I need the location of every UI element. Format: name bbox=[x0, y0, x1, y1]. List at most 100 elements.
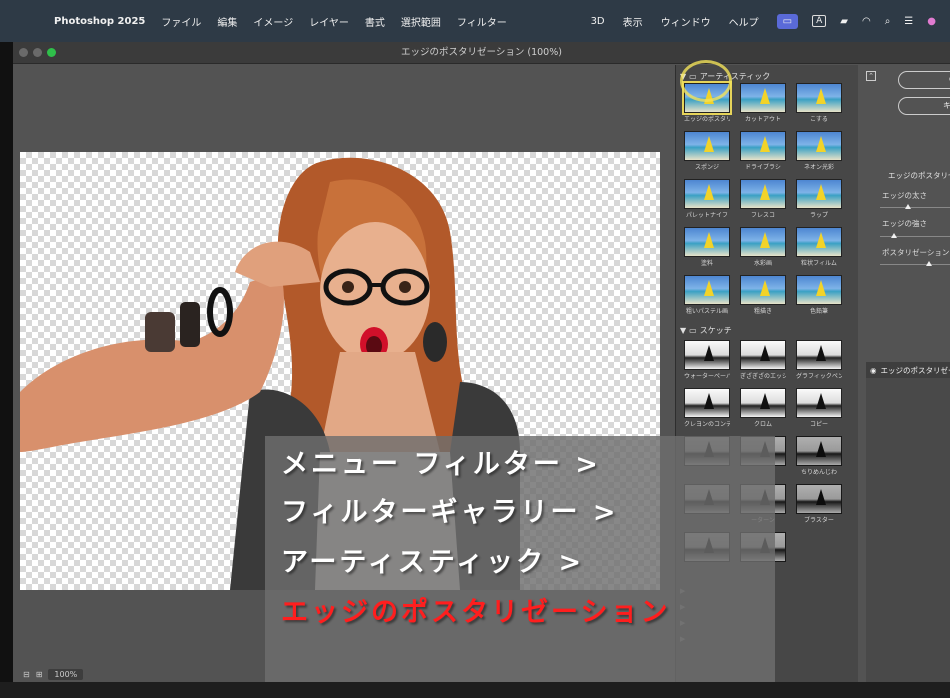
filter-thumb-label: グラフィックペン bbox=[796, 373, 842, 380]
filter-preview-image bbox=[740, 179, 786, 209]
slider-knob[interactable] bbox=[905, 204, 911, 209]
search-icon[interactable]: ⌕ bbox=[885, 16, 891, 27]
app-name-menu[interactable]: Photoshop 2025 bbox=[54, 16, 145, 27]
sailboat-icon bbox=[704, 280, 714, 296]
menu-file[interactable]: ファイル bbox=[161, 14, 201, 29]
edge-thickness-slider[interactable] bbox=[880, 204, 950, 209]
effect-layer-row[interactable]: ◉ エッジのポスタリゼー bbox=[866, 362, 950, 378]
zoom-out-icon[interactable]: ⊟ bbox=[23, 670, 30, 679]
menu-image[interactable]: イメージ bbox=[253, 14, 293, 29]
filter-thumb-sketch-0[interactable]: ウォーターペーパー bbox=[684, 340, 730, 380]
minimize-window-button[interactable] bbox=[33, 48, 42, 57]
filter-thumb-artistic-14[interactable]: 色鉛筆 bbox=[796, 275, 842, 315]
filter-thumb-label: 塗料 bbox=[700, 260, 713, 267]
zoom-window-button[interactable] bbox=[47, 48, 56, 57]
filter-thumb-artistic-10[interactable]: 水彩画 bbox=[740, 227, 786, 267]
menu-3d[interactable]: 3D bbox=[591, 16, 605, 27]
filter-thumb-artistic-8[interactable]: ラップ bbox=[796, 179, 842, 219]
filter-thumb-sketch-8[interactable]: ちりめんじわ bbox=[796, 436, 842, 476]
filter-thumb-label: ブラスター bbox=[804, 517, 834, 524]
filter-thumb-artistic-4[interactable]: ドライブラシ bbox=[740, 131, 786, 171]
edge-thickness-label: エッジの太さ bbox=[882, 191, 927, 200]
filter-preview-image bbox=[684, 227, 730, 257]
filter-thumb-sketch-5[interactable]: コピー bbox=[796, 388, 842, 428]
filter-thumb-label: ぎざぎざのエッジ bbox=[740, 373, 786, 380]
filter-thumb-sketch-4[interactable]: クロム bbox=[740, 388, 786, 428]
battery-icon[interactable]: ▰ bbox=[840, 16, 848, 27]
menu-window[interactable]: ウィンドウ bbox=[661, 14, 711, 29]
sailboat-icon bbox=[816, 232, 826, 248]
zoom-level[interactable]: 100% bbox=[48, 668, 84, 680]
filter-preview-image bbox=[740, 227, 786, 257]
sailboat-icon bbox=[816, 441, 826, 457]
effect-layer-list bbox=[866, 378, 950, 688]
caption-line-3: アーティスティック > bbox=[281, 547, 585, 578]
control-center-icon[interactable]: ☰ bbox=[904, 16, 913, 27]
sailboat-icon bbox=[816, 184, 826, 200]
zoom-in-icon[interactable]: ⊞ bbox=[36, 670, 43, 679]
filter-preview-image bbox=[684, 179, 730, 209]
filter-thumb-artistic-11[interactable]: 粒状フィルム bbox=[796, 227, 842, 267]
filter-preview-image bbox=[684, 340, 730, 370]
eye-icon[interactable]: ◉ bbox=[870, 366, 877, 375]
filter-thumb-sketch-11[interactable]: ブラスター bbox=[796, 484, 842, 524]
filter-preview-image bbox=[684, 275, 730, 305]
posterization-slider[interactable] bbox=[880, 261, 950, 266]
slider-knob[interactable] bbox=[926, 261, 932, 266]
window-titlebar: エッジのポスタリゼーション (100%) bbox=[13, 42, 950, 64]
posterization-label: ポスタリゼーション bbox=[882, 248, 950, 257]
siri-icon[interactable]: ● bbox=[927, 16, 936, 27]
sailboat-icon bbox=[760, 184, 770, 200]
sailboat-icon bbox=[760, 393, 770, 409]
filter-preview-image bbox=[796, 179, 842, 209]
filter-thumb-artistic-7[interactable]: フレスコ bbox=[740, 179, 786, 219]
filter-thumb-artistic-1[interactable]: カットアウト bbox=[740, 83, 786, 123]
filter-thumb-artistic-3[interactable]: スポンジ bbox=[684, 131, 730, 171]
filter-thumb-artistic-9[interactable]: 塗料 bbox=[684, 227, 730, 267]
menu-type[interactable]: 書式 bbox=[365, 14, 385, 29]
sailboat-icon bbox=[816, 393, 826, 409]
menu-edit[interactable]: 編集 bbox=[217, 14, 237, 29]
menu-view[interactable]: 表示 bbox=[623, 14, 643, 29]
filter-thumb-label: ドライブラシ bbox=[745, 164, 781, 171]
cancel-button[interactable]: キャ bbox=[898, 97, 950, 115]
menu-help[interactable]: ヘルプ bbox=[729, 14, 759, 29]
sailboat-icon bbox=[760, 88, 770, 104]
filter-preview-image bbox=[796, 436, 842, 466]
filter-settings-title: エッジのポスタリゼー bbox=[888, 171, 950, 180]
filter-thumb-artistic-13[interactable]: 粗描き bbox=[740, 275, 786, 315]
filter-thumb-sketch-3[interactable]: クレヨンのコンテ画 bbox=[684, 388, 730, 428]
menu-select[interactable]: 選択範囲 bbox=[401, 14, 441, 29]
menu-bar-right: 3D 表示 ウィンドウ ヘルプ ▭ A ▰ ◠ ⌕ ☰ ● bbox=[591, 0, 950, 42]
folder-expanded-icon: ▼ bbox=[680, 325, 687, 335]
wifi-icon[interactable]: ◠ bbox=[862, 16, 871, 27]
folder-sketch[interactable]: ▼ ▭ スケッチ bbox=[680, 323, 732, 337]
filter-thumb-label: クレヨンのコンテ画 bbox=[684, 421, 730, 428]
ok-button[interactable]: O bbox=[898, 71, 950, 89]
slider-knob[interactable] bbox=[891, 233, 897, 238]
filter-thumb-label: こする bbox=[810, 116, 828, 123]
screen-icon[interactable]: ▭ bbox=[776, 13, 799, 29]
edge-intensity-slider[interactable] bbox=[880, 233, 950, 238]
filter-thumb-artistic-5[interactable]: ネオン光彩 bbox=[796, 131, 842, 171]
menu-layer[interactable]: レイヤー bbox=[309, 14, 349, 29]
filter-thumb-label: コピー bbox=[809, 421, 828, 428]
filter-thumb-label: 粗いパステル画 bbox=[685, 308, 728, 315]
filter-thumb-sketch-2[interactable]: グラフィックペン bbox=[796, 340, 842, 380]
left-strip bbox=[0, 42, 13, 698]
filter-thumb-label: 粒状フィルム bbox=[801, 260, 837, 267]
sailboat-icon bbox=[816, 489, 826, 505]
collapse-panel-icon[interactable]: ⌃ bbox=[866, 71, 876, 81]
filter-thumb-artistic-12[interactable]: 粗いパステル画 bbox=[684, 275, 730, 315]
menu-filter[interactable]: フィルター bbox=[457, 14, 507, 29]
filter-thumb-artistic-2[interactable]: こする bbox=[796, 83, 842, 123]
sailboat-icon bbox=[760, 345, 770, 361]
filter-preview-image bbox=[740, 83, 786, 113]
sailboat-icon bbox=[704, 393, 714, 409]
sailboat-icon bbox=[760, 280, 770, 296]
text-input-icon[interactable]: A bbox=[812, 15, 827, 27]
sailboat-icon bbox=[816, 88, 826, 104]
filter-thumb-artistic-6[interactable]: パレットナイフ bbox=[684, 179, 730, 219]
filter-thumb-sketch-1[interactable]: ぎざぎざのエッジ bbox=[740, 340, 786, 380]
close-window-button[interactable] bbox=[19, 48, 28, 57]
